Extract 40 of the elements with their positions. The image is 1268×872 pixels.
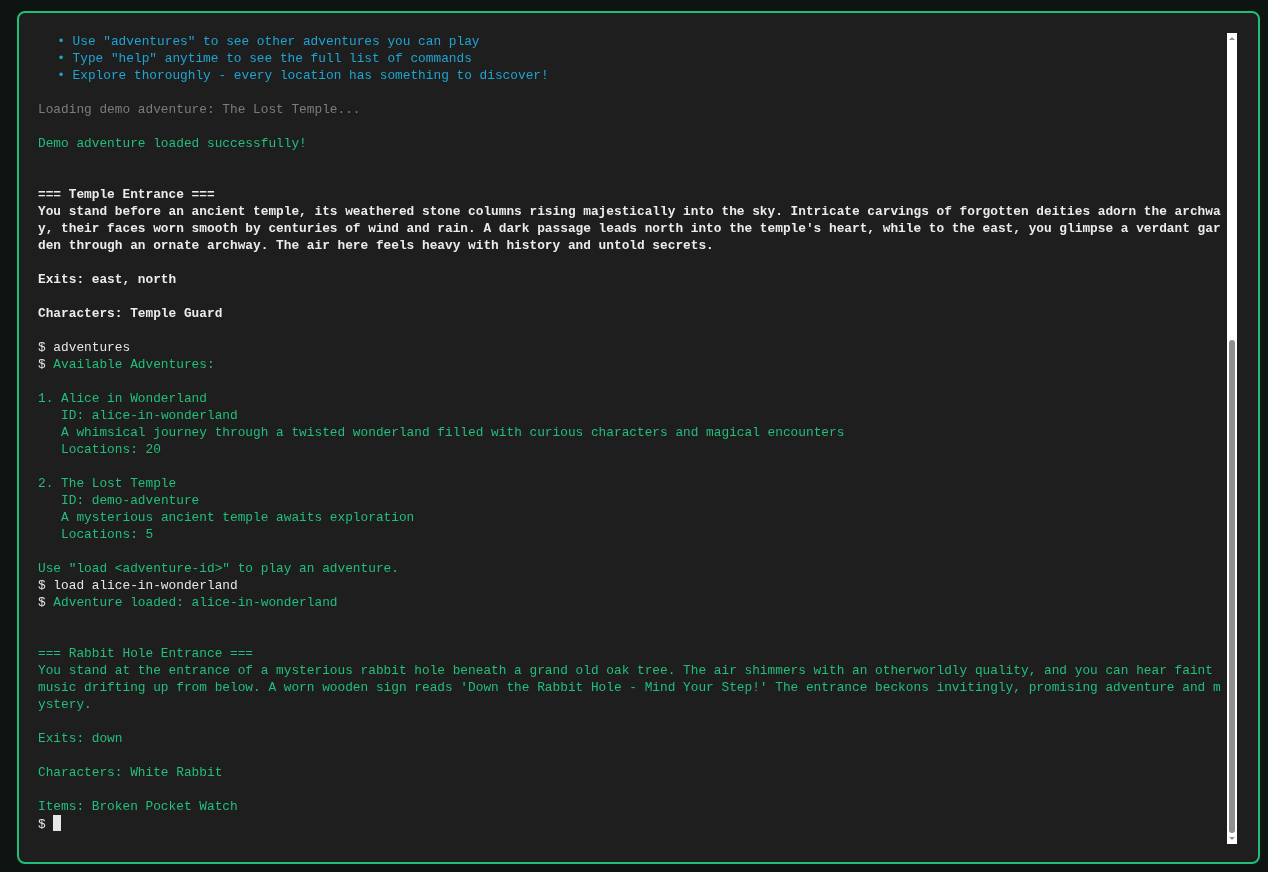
output-line: Locations: 20 (60, 442, 161, 457)
prompt-sign: $ (38, 340, 46, 355)
output-line: You stand before an ancient temple, its weathered stone columns rising majestically into the sky. Intricate carvings of forgotten deities adorn the archway, their faces worn smooth by centuries of wind and rain. A dark passage leads north into the temple's heart, while to the east, you glimpse a verdant garden through an ornate archway. The air here feels heavy with history and untold secrets. (38, 204, 1221, 253)
output-line: 1. Alice in Wonderland (38, 391, 207, 406)
output-line: Loading demo adventure: The Lost Temple... (38, 102, 361, 117)
prompt-sign: $ (38, 817, 46, 832)
prompt-sign: $ (38, 595, 46, 610)
output-line: ID: demo-adventure (60, 493, 200, 508)
output-line: ID: alice-in-wonderland (60, 408, 238, 423)
output-line: Items: Broken Pocket Watch (38, 799, 238, 814)
bullet-mark: • (57, 50, 65, 67)
output-line: === Rabbit Hole Entrance === (38, 646, 254, 661)
output-line: 2. The Lost Temple (38, 476, 177, 491)
scroll-down-icon[interactable] (1229, 837, 1235, 840)
output-line: Type "help" anytime to see the full list of commands (72, 50, 472, 67)
output-line: === Temple Entrance === (38, 187, 215, 202)
output-line: Demo adventure loaded successfully! (38, 136, 307, 151)
output-line: Locations: 5 (60, 527, 154, 542)
command-line: adventures (53, 340, 131, 355)
scroll-up-icon[interactable] (1229, 37, 1235, 40)
bullet-mark: • (57, 33, 65, 50)
output-line: A whimsical journey through a twisted wonderland filled with curious characters and magical encounters (60, 425, 845, 440)
scrollbar-thumb[interactable] (1229, 340, 1235, 833)
output-line: Characters: White Rabbit (38, 765, 223, 780)
bullet-mark: • (57, 67, 65, 84)
output-line: Use "load <adventure-id>" to play an adventure. (38, 561, 399, 576)
output-line: Adventure loaded: alice-in-wonderland (53, 595, 338, 610)
output-line: Exits: down (38, 731, 123, 746)
prompt-sign: $ (38, 578, 46, 593)
scrollbar[interactable] (1227, 33, 1237, 844)
output-line: A mysterious ancient temple awaits exploration (60, 510, 415, 525)
output-line: Use "adventures" to see other adventures you can play (72, 33, 480, 50)
output-line: Exits: east, north (38, 272, 177, 287)
output-line: Available Adventures: (53, 357, 215, 372)
command-line: load alice-in-wonderland (53, 578, 238, 593)
prompt-sign: $ (38, 357, 46, 372)
output-line: Explore thoroughly - every location has something to discover! (72, 67, 549, 84)
output-line: Characters: Temple Guard (38, 306, 223, 321)
text-cursor (53, 815, 62, 831)
output-line: You stand at the entrance of a mysterious rabbit hole beneath a grand old oak tree. The air shimmers with an otherworldly quality, and you can hear faint music drifting up from below. A worn wooden sign reads 'Down the Rabbit Hole - Mind Your Step!' The entrance beckons invitingly, promising adventure and mystery. (38, 663, 1221, 712)
